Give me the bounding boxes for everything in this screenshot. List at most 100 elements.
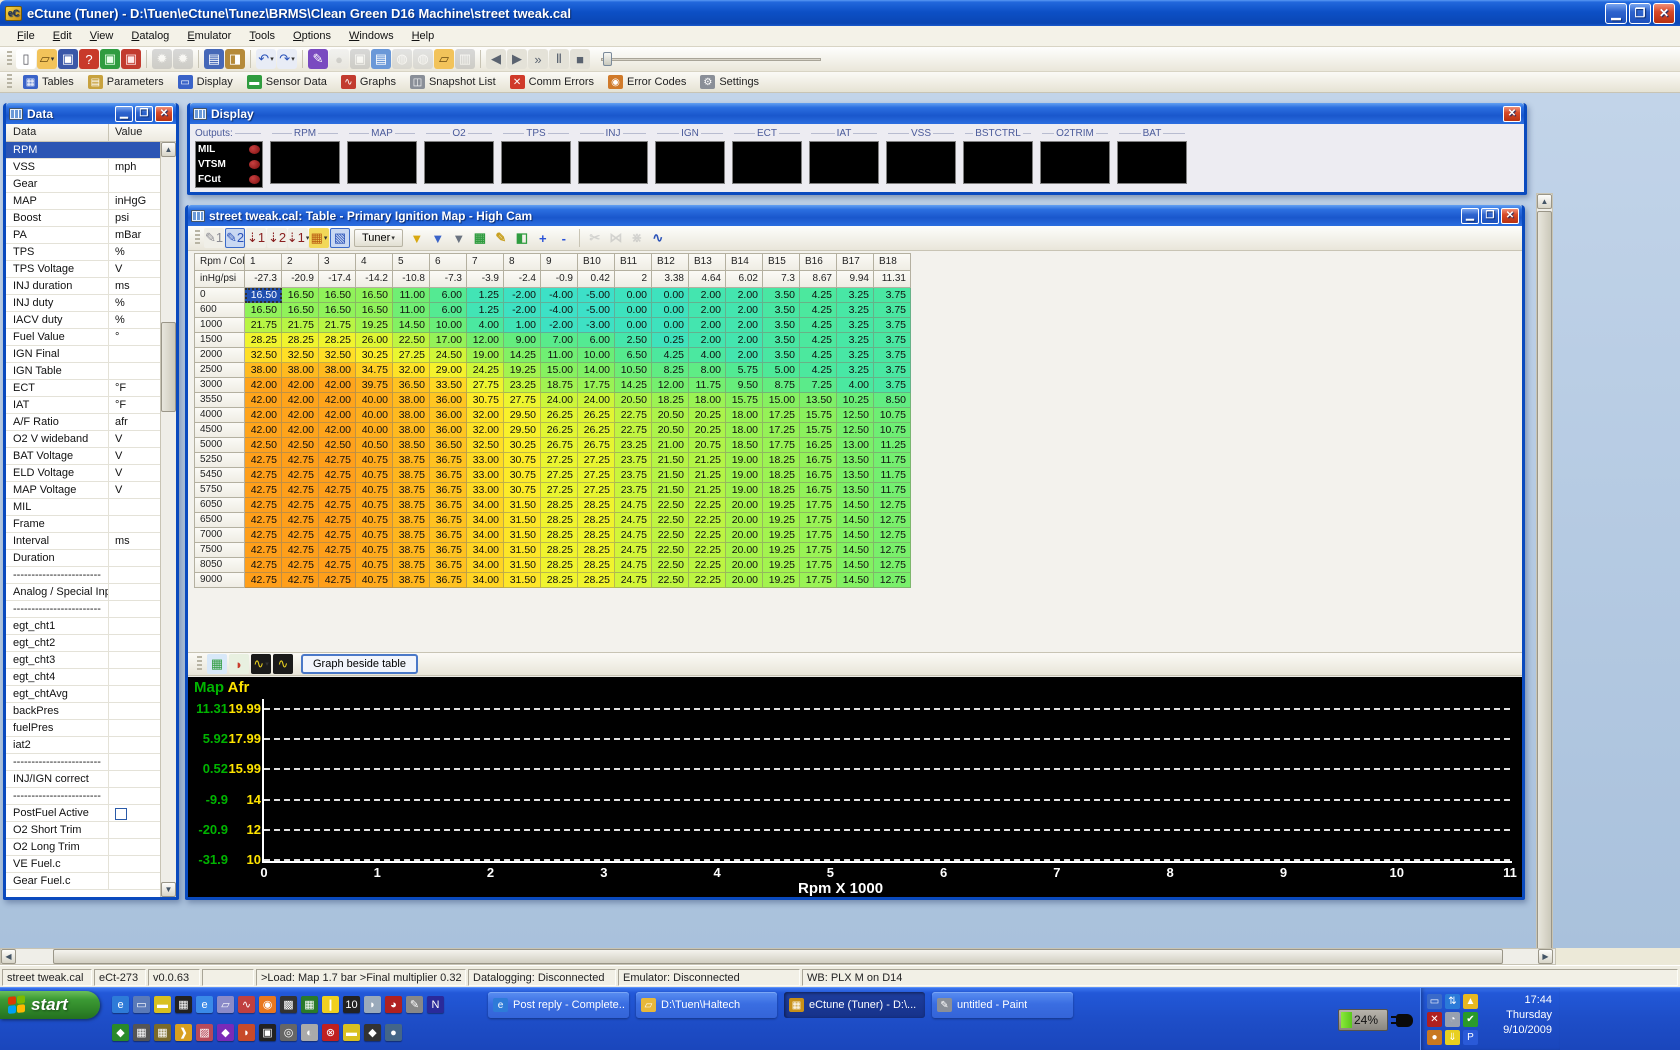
table-cell[interactable]: 29.50	[504, 423, 541, 438]
table-cell[interactable]: 3.25	[837, 288, 874, 303]
table-cell[interactable]: 20.25	[689, 408, 726, 423]
table-cell[interactable]: 0.00	[652, 318, 689, 333]
table-cell[interactable]: 36.75	[430, 543, 467, 558]
table-cell[interactable]: 28.25	[541, 528, 578, 543]
table-cell[interactable]: 16.25	[800, 438, 837, 453]
table-cell[interactable]: 24.75	[615, 543, 652, 558]
table-cell[interactable]: 38.75	[393, 573, 430, 588]
minimize-button[interactable]: ▁	[1605, 3, 1627, 24]
quickbar-sensor-data[interactable]: ▬Sensor Data	[241, 73, 333, 91]
table-cell[interactable]: 36.75	[430, 513, 467, 528]
table-cell[interactable]: 34.00	[467, 573, 504, 588]
table-cell[interactable]: 42.75	[282, 453, 319, 468]
table-cell[interactable]: 42.75	[245, 453, 282, 468]
table-cell[interactable]: 22.25	[689, 573, 726, 588]
table-cell[interactable]: 2.00	[726, 303, 763, 318]
menu-emulator[interactable]: Emulator	[178, 27, 240, 45]
data-row[interactable]: O2 Long Trim	[6, 839, 160, 856]
data-row[interactable]: egt_chtAvg	[6, 686, 160, 703]
table-cell[interactable]: 3.50	[763, 348, 800, 363]
data-row[interactable]: INJ/IGN correct	[6, 771, 160, 788]
table-cell[interactable]: 21.50	[652, 453, 689, 468]
table-cell[interactable]: 40.75	[356, 468, 393, 483]
table-cell[interactable]: 2.00	[726, 333, 763, 348]
nav-next-icon[interactable]: ▶	[507, 49, 527, 69]
table-cell[interactable]: 12.75	[874, 528, 911, 543]
table-cell[interactable]: 42.00	[319, 378, 356, 393]
task-button[interactable]: ▦eCtune (Tuner) - D:\...	[784, 992, 925, 1018]
table-col-header[interactable]: B12	[652, 254, 689, 271]
copy-icon[interactable]: ▤	[204, 49, 224, 69]
scroll-up-icon[interactable]: ▲	[1537, 194, 1552, 209]
data-row[interactable]: egt_cht2	[6, 635, 160, 652]
table-cell[interactable]: 42.75	[245, 573, 282, 588]
table-cell[interactable]: 3.25	[837, 333, 874, 348]
table-col-header[interactable]: 8	[504, 254, 541, 271]
table-cell[interactable]: 36.00	[430, 393, 467, 408]
tray-network-off-icon[interactable]: ✕	[1427, 1012, 1442, 1027]
table-cell[interactable]: 16.75	[800, 483, 837, 498]
table-restore-button[interactable]: ❐	[1481, 208, 1499, 224]
table-cell[interactable]: -2.00	[541, 318, 578, 333]
table-cell[interactable]: 3.75	[874, 333, 911, 348]
table-cell[interactable]: 24.75	[615, 558, 652, 573]
table-cell[interactable]: 10.75	[874, 408, 911, 423]
table-cell[interactable]: 40.75	[356, 498, 393, 513]
trace-remove-icon[interactable]: ∿	[273, 654, 293, 674]
quicklaunch-icon[interactable]: ◆	[217, 1024, 234, 1041]
table-cell[interactable]: 3.50	[763, 288, 800, 303]
table-cell[interactable]: 32.50	[245, 348, 282, 363]
table-cell[interactable]: 8.25	[652, 363, 689, 378]
quicklaunch-icon[interactable]: ✎	[406, 996, 423, 1013]
smooth-icon[interactable]: ∿	[648, 228, 668, 248]
table-cell[interactable]: 24.25	[467, 363, 504, 378]
table-cell[interactable]: 36.75	[430, 573, 467, 588]
table-rpm-label[interactable]: 1500	[195, 333, 245, 348]
table-cell[interactable]: 42.75	[282, 558, 319, 573]
table-cell[interactable]: 13.00	[837, 438, 874, 453]
start-button[interactable]: start	[0, 991, 100, 1019]
table-cell[interactable]: 28.25	[282, 333, 319, 348]
table-rpm-label[interactable]: 5000	[195, 438, 245, 453]
table-cell[interactable]: 14.50	[837, 513, 874, 528]
data-row[interactable]: iat2	[6, 737, 160, 754]
table-cell[interactable]: 6.00	[430, 288, 467, 303]
table-cell[interactable]: 36.75	[430, 483, 467, 498]
table-cell[interactable]: 24.75	[615, 498, 652, 513]
trace-menu-icon[interactable]: ∿▾	[251, 654, 271, 674]
quicklaunch-icon[interactable]: ◗	[364, 996, 381, 1013]
table-cell[interactable]: 19.00	[726, 453, 763, 468]
table-cell[interactable]: 42.75	[319, 513, 356, 528]
table-rpm-label[interactable]: 2500	[195, 363, 245, 378]
table-cell[interactable]: 23.25	[615, 438, 652, 453]
tray-messenger-icon[interactable]: P	[1463, 1030, 1478, 1045]
table-cell[interactable]: 26.75	[541, 438, 578, 453]
paste-icon[interactable]: ◨	[225, 49, 245, 69]
data-scrollbar[interactable]: ▲ ▼	[160, 142, 176, 897]
table-cell[interactable]: 13.50	[837, 453, 874, 468]
nav-first-icon[interactable]: ◀	[486, 49, 506, 69]
table-cell[interactable]: 21.75	[245, 318, 282, 333]
table-cell[interactable]: 36.00	[430, 408, 467, 423]
table-cell[interactable]: 21.50	[652, 483, 689, 498]
table-cell[interactable]: 14.25	[504, 348, 541, 363]
quicklaunch-icon[interactable]: ▦	[301, 996, 318, 1013]
table-cell[interactable]: 36.75	[430, 558, 467, 573]
quicklaunch-icon[interactable]: ▦	[133, 1024, 150, 1041]
import-cal-icon[interactable]: ▣	[100, 49, 120, 69]
data-close-button[interactable]: ✕	[155, 106, 173, 122]
table-cell[interactable]: 16.75	[800, 468, 837, 483]
table-cell[interactable]: 16.50	[282, 303, 319, 318]
menu-view[interactable]: View	[81, 27, 123, 45]
table-cell[interactable]: 42.00	[282, 393, 319, 408]
table-cell[interactable]: 4.00	[689, 348, 726, 363]
table-close-button[interactable]: ✕	[1501, 208, 1519, 224]
data-row[interactable]: IGN Final	[6, 346, 160, 363]
table-cell[interactable]: 16.50	[356, 288, 393, 303]
table-cell[interactable]: 12.00	[467, 333, 504, 348]
table-cell[interactable]: 28.25	[578, 543, 615, 558]
table-cell[interactable]: 42.75	[245, 528, 282, 543]
table-cell[interactable]: 26.25	[578, 423, 615, 438]
table-cell[interactable]: 42.50	[319, 438, 356, 453]
table-cell[interactable]: 42.75	[282, 513, 319, 528]
